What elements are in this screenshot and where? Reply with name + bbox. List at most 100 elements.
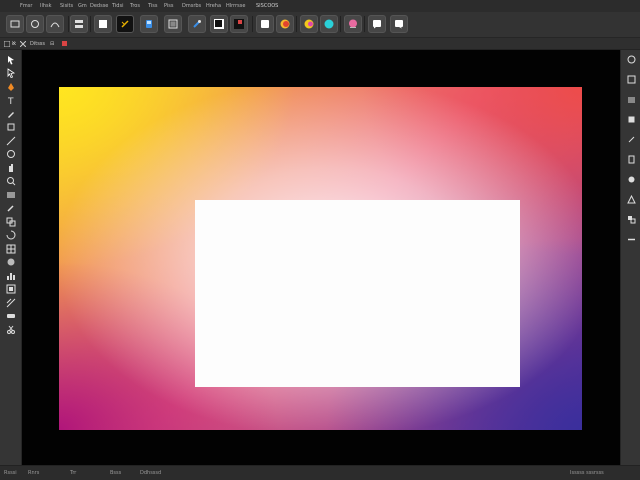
scale-tool[interactable] <box>4 216 17 227</box>
properties-panel-button[interactable] <box>625 114 637 124</box>
scissors-tool[interactable] <box>4 324 17 335</box>
panel-button[interactable] <box>70 15 88 33</box>
pen-tool[interactable] <box>4 81 17 92</box>
speech-bubble-icon <box>373 20 381 29</box>
pen-icon <box>7 82 14 91</box>
menu-item-plugins[interactable]: Hreha <box>206 3 221 9</box>
stroke-swatch-icon <box>234 19 244 29</box>
rotate-tool-icon <box>6 230 15 240</box>
canvas-area[interactable] <box>22 50 620 465</box>
menu-item-effect[interactable]: Tidsi <box>112 3 123 9</box>
menu-item-help[interactable]: Piss <box>164 3 174 9</box>
pathfinder-panel-icon <box>627 215 635 223</box>
picker-button[interactable] <box>188 15 206 33</box>
artboard-icon <box>6 284 15 294</box>
white-rectangle-frame[interactable] <box>195 200 520 387</box>
toolbar-separator <box>364 16 365 32</box>
eraser-icon <box>6 314 15 318</box>
brush-swatch-button[interactable] <box>116 15 134 33</box>
blank-swatch-button[interactable] <box>94 15 112 33</box>
curve-button[interactable] <box>46 15 64 33</box>
slice-tool[interactable] <box>4 297 17 308</box>
tab-marker-secondary: ⊟ <box>50 41 55 47</box>
scale-icon <box>6 217 15 226</box>
menu-item-object[interactable]: Sisits <box>60 3 73 9</box>
menu-item-extra[interactable]: Dmsrbs <box>182 3 201 9</box>
symbol-tool[interactable] <box>4 257 17 268</box>
ellipse-icon <box>6 150 15 158</box>
fill-swatch-button[interactable] <box>210 15 228 33</box>
mesh-icon <box>6 244 15 253</box>
menu-item-view[interactable]: Tros <box>130 3 140 9</box>
status-zoom[interactable]: Rsssi <box>4 470 17 476</box>
tab-menu-icon[interactable] <box>4 41 10 47</box>
toolbar-separator <box>90 16 91 32</box>
menu-item-scripts[interactable]: Hlrrrsse <box>226 3 245 9</box>
artboard-tool[interactable] <box>4 284 17 295</box>
pencil-tool[interactable] <box>4 108 17 119</box>
eyedropper-tool[interactable] <box>4 203 17 214</box>
image-button[interactable] <box>164 15 182 33</box>
toolbar-separator <box>296 16 297 32</box>
stroke-swatch-button[interactable] <box>230 15 248 33</box>
menu-bar: Fmsr Ilhsk Sisits Gm Dedsse Tidsi Tros T… <box>0 0 640 12</box>
speech-bubble-alt-button[interactable] <box>390 15 408 33</box>
select-frame-button[interactable] <box>6 15 24 33</box>
symbol-icon <box>7 258 14 266</box>
transform-panel-button[interactable] <box>625 194 637 204</box>
gradient-swatch-yellow-button[interactable] <box>276 15 294 33</box>
color-panel-button[interactable] <box>625 54 637 64</box>
styles-panel-button[interactable] <box>625 154 637 164</box>
rotate-icon <box>31 20 39 28</box>
ellipse-tool[interactable] <box>4 149 17 160</box>
cube-button[interactable] <box>140 15 158 33</box>
status-item-artboard[interactable]: Rnrs <box>28 470 39 476</box>
zoom-tool[interactable] <box>4 176 17 187</box>
direct-selection-icon <box>7 68 15 78</box>
rectangle-icon <box>261 20 269 28</box>
speech-bubble-button[interactable] <box>368 15 386 33</box>
document-tab[interactable]: Ditsss <box>30 41 45 47</box>
layers-panel-button[interactable] <box>625 94 637 104</box>
gradient-artwork[interactable] <box>59 87 582 430</box>
links-panel-button[interactable] <box>625 134 637 144</box>
menu-item-type[interactable]: Gm <box>78 3 87 9</box>
cube-icon <box>146 20 152 28</box>
gradient-tool[interactable] <box>4 189 17 200</box>
stroke-panel-button[interactable] <box>625 234 637 244</box>
gradient-icon <box>6 191 15 198</box>
pathfinder-panel-button[interactable] <box>625 214 637 224</box>
menu-item-select[interactable]: Dedsse <box>90 3 108 9</box>
speech-bubble-alt-icon <box>395 20 403 29</box>
selection-tool[interactable] <box>4 54 17 65</box>
type-tool[interactable]: T <box>4 95 17 106</box>
links-panel-icon <box>628 136 634 142</box>
properties-panel-icon <box>628 116 634 122</box>
gradient-swatch-orange-button[interactable] <box>300 15 318 33</box>
chart-tool-tool[interactable] <box>4 270 17 281</box>
gradient-swatch-pink-button[interactable] <box>344 15 362 33</box>
rotate-tool-tool[interactable] <box>4 230 17 241</box>
mesh-tool[interactable] <box>4 243 17 254</box>
menu-item-window[interactable]: Tiss <box>148 3 158 9</box>
menu-item-edit[interactable]: Ilhsk <box>40 3 52 9</box>
blank-swatch-icon <box>99 20 107 28</box>
line-tool[interactable] <box>4 135 17 146</box>
close-icon[interactable] <box>20 41 26 47</box>
swatches-panel-button[interactable] <box>625 74 637 84</box>
eraser-tool[interactable] <box>4 311 17 322</box>
rotate-button[interactable] <box>26 15 44 33</box>
tab-marker-primary: ℵ <box>12 41 16 47</box>
panels-dock <box>620 50 640 465</box>
status-bar: Rsssi Rnrs Trr Bsss Ddhsssd Isssss sssrs… <box>0 465 640 480</box>
align-panel-button[interactable] <box>625 174 637 184</box>
direct-selection-tool[interactable] <box>4 68 17 79</box>
stroke-panel-icon <box>627 238 635 240</box>
gradient-swatch-cyan-button[interactable] <box>320 15 338 33</box>
menu-item-file[interactable]: Fmsr <box>20 3 32 9</box>
slice-icon <box>6 298 15 307</box>
eyedropper-icon <box>6 205 14 212</box>
hand-tool[interactable] <box>4 162 17 173</box>
shape-tool[interactable] <box>4 122 17 133</box>
rectangle-button[interactable] <box>256 15 274 33</box>
